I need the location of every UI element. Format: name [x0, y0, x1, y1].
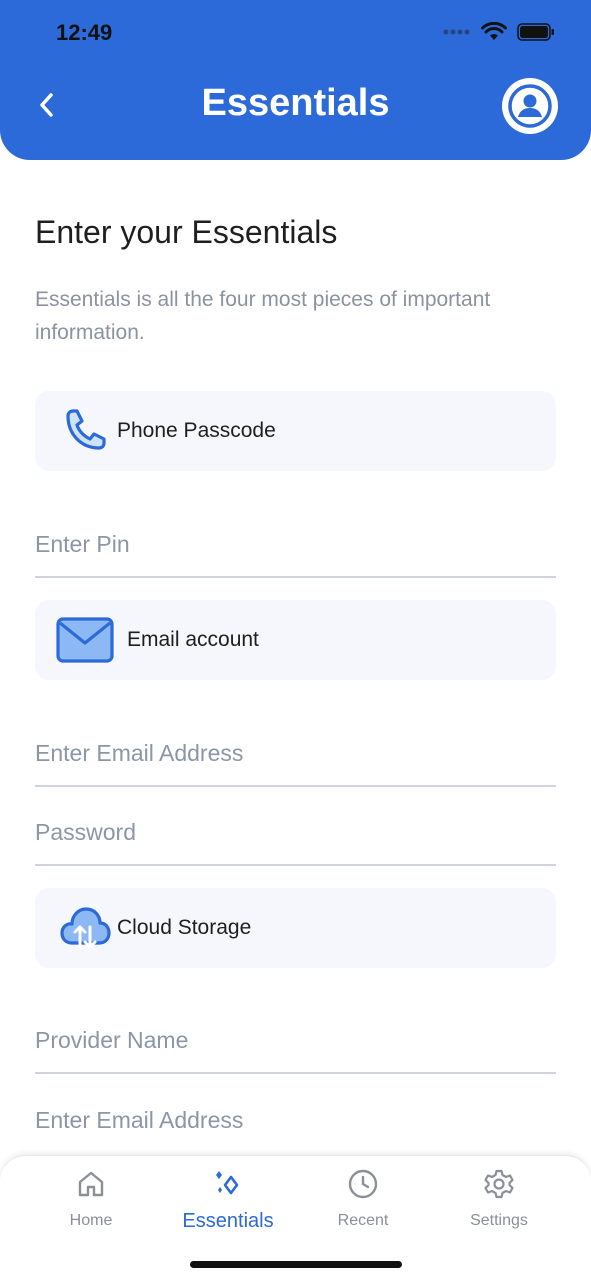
provider-name-field[interactable]	[35, 1008, 556, 1074]
password-input[interactable]	[35, 818, 556, 846]
password-field[interactable]	[35, 800, 556, 866]
gear-icon	[483, 1166, 515, 1202]
email-account-card: Email account	[35, 600, 556, 680]
home-indicator	[190, 1261, 402, 1268]
sparkle-icon	[211, 1166, 245, 1202]
clock-icon	[347, 1166, 379, 1202]
user-avatar-icon	[508, 84, 552, 128]
app-header: 12:49 Essentials	[0, 0, 591, 160]
pin-field[interactable]	[35, 512, 556, 578]
cloud-email-input[interactable]	[35, 1106, 556, 1134]
phone-icon	[55, 401, 115, 461]
tab-recent-label: Recent	[337, 1212, 389, 1229]
signal-icon	[443, 29, 470, 35]
tab-recent[interactable]: Recent	[303, 1166, 423, 1230]
tab-settings[interactable]: Settings	[439, 1166, 559, 1230]
tab-home[interactable]: Home	[31, 1166, 151, 1230]
cloud-storage-label: Cloud Storage	[117, 916, 252, 939]
phone-passcode-card: Phone Passcode	[35, 391, 556, 471]
email-account-label: Email account	[127, 628, 259, 651]
cloud-storage-card: Cloud Storage	[35, 888, 556, 968]
tab-essentials[interactable]: Essentials	[168, 1166, 288, 1233]
mail-icon	[55, 610, 115, 670]
tab-home-label: Home	[69, 1212, 113, 1229]
tab-settings-label: Settings	[470, 1212, 528, 1229]
home-icon	[76, 1166, 106, 1202]
phone-passcode-label: Phone Passcode	[117, 419, 276, 442]
section-heading: Enter your Essentials	[35, 214, 338, 250]
email-address-field[interactable]	[35, 721, 556, 787]
email-address-input[interactable]	[35, 739, 556, 767]
status-time: 12:49	[56, 20, 113, 45]
cloud-email-field[interactable]	[35, 1087, 556, 1153]
provider-name-input[interactable]	[35, 1026, 556, 1054]
cloud-sync-icon	[55, 898, 115, 958]
tab-essentials-label: Essentials	[182, 1210, 274, 1232]
pin-input[interactable]	[35, 530, 556, 558]
section-description: Essentials is all the four most pieces o…	[35, 288, 491, 344]
profile-button[interactable]	[502, 78, 558, 134]
battery-icon	[517, 23, 554, 41]
status-icons	[443, 22, 555, 42]
wifi-icon	[481, 22, 507, 40]
